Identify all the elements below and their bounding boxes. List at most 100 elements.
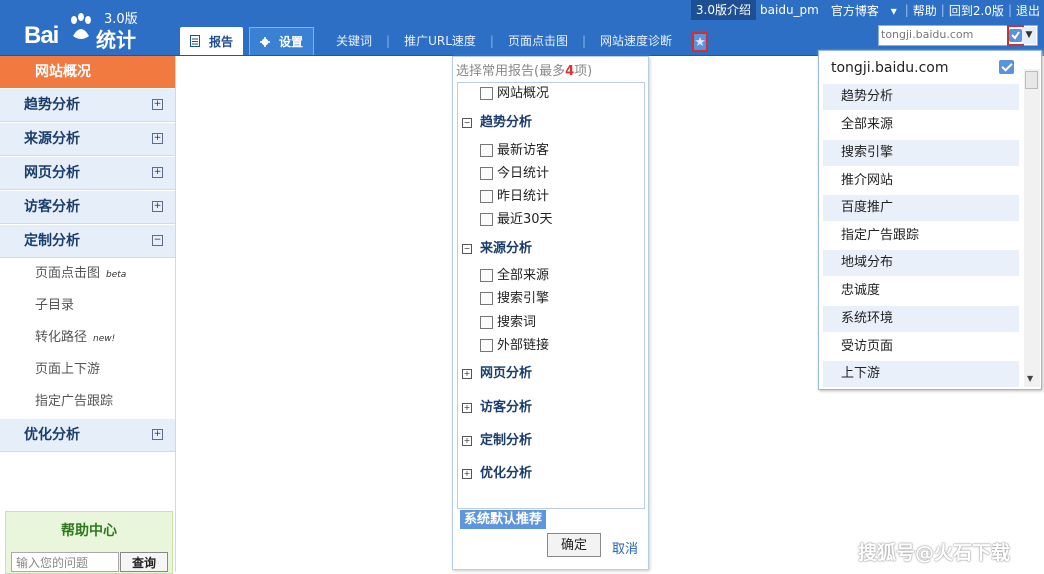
- dropdown-item[interactable]: 地域分布: [823, 250, 1019, 276]
- star-icon: ★: [694, 34, 706, 50]
- checkbox[interactable]: [480, 292, 493, 305]
- report-group[interactable]: + 优化分析: [462, 465, 532, 483]
- checkbox[interactable]: [480, 167, 493, 180]
- report-option[interactable]: 搜索引擎: [480, 290, 549, 308]
- sidebar-subitem-ad-tracking[interactable]: 指定广告跟踪: [0, 386, 175, 418]
- ok-button[interactable]: 确定: [547, 533, 601, 557]
- sidebar-item-pages[interactable]: 网页分析 +: [0, 156, 175, 190]
- tab-site-speed[interactable]: 网站速度诊断: [586, 27, 686, 55]
- sidebar-subitem-label: 转化路径: [35, 330, 88, 345]
- username: baidu_pm: [760, 3, 819, 17]
- report-option-label: 网站概况: [497, 86, 550, 101]
- report-group-label: 网页分析: [480, 366, 533, 381]
- help-link[interactable]: 帮助: [909, 2, 941, 19]
- report-option-label: 全部来源: [497, 268, 550, 283]
- checkbox[interactable]: [480, 87, 493, 100]
- sidebar-item-label: 来源分析: [24, 131, 80, 147]
- tab-page-click-map[interactable]: 页面点击图: [494, 27, 582, 55]
- logout-link[interactable]: 退出: [1012, 2, 1044, 19]
- check-icon[interactable]: [999, 60, 1014, 74]
- expand-icon[interactable]: +: [462, 402, 472, 413]
- tab-report[interactable]: 报告: [180, 27, 244, 55]
- dropdown-item[interactable]: 百度推广: [823, 195, 1019, 221]
- gear-icon: [260, 36, 271, 47]
- sidebar-subitem-conversion-path[interactable]: 转化路径 new!: [0, 322, 175, 354]
- expand-icon[interactable]: +: [152, 201, 163, 212]
- back-to-v2-link[interactable]: 回到2.0版: [945, 2, 1008, 19]
- collapse-icon[interactable]: −: [152, 235, 163, 246]
- report-option[interactable]: 今日统计: [480, 165, 549, 183]
- checkbox[interactable]: [480, 190, 493, 203]
- expand-icon[interactable]: +: [152, 167, 163, 178]
- cancel-button[interactable]: 取消: [612, 538, 638, 557]
- checkbox[interactable]: [480, 316, 493, 329]
- sidebar-subitem-label: 页面点击图: [35, 266, 101, 281]
- dropdown-site-name[interactable]: tongji.baidu.com: [831, 60, 949, 76]
- site-selector[interactable]: tongji.baidu.com ▼: [878, 25, 1038, 46]
- tab-settings[interactable]: 设置: [249, 27, 315, 55]
- report-option[interactable]: 网站概况: [480, 85, 549, 103]
- sidebar-item-custom[interactable]: 定制分析 −: [0, 224, 175, 258]
- report-option[interactable]: 昨日统计: [480, 188, 549, 206]
- sidebar-item-trend[interactable]: 趋势分析 +: [0, 88, 175, 122]
- report-group[interactable]: + 网页分析: [462, 365, 532, 383]
- report-group-label: 访客分析: [480, 400, 533, 415]
- sidebar-item-overview[interactable]: 网站概况: [0, 56, 175, 88]
- dropdown-scrollbar[interactable]: ▼: [1024, 69, 1040, 387]
- report-group[interactable]: − 来源分析: [462, 240, 532, 258]
- checkbox[interactable]: [480, 144, 493, 157]
- checkbox[interactable]: [480, 339, 493, 352]
- tab-promo-url-speed[interactable]: 推广URL速度: [390, 27, 490, 55]
- dropdown-item[interactable]: 趋势分析: [823, 84, 1019, 110]
- expand-icon[interactable]: +: [152, 99, 163, 110]
- dropdown-item[interactable]: 上下游: [823, 361, 1019, 387]
- official-blog-link[interactable]: 官方博客 ▾: [823, 2, 905, 19]
- report-option-label: 昨日统计: [497, 189, 550, 204]
- report-option[interactable]: 全部来源: [480, 267, 549, 285]
- dropdown-item[interactable]: 全部来源: [823, 112, 1019, 138]
- sidebar-item-visitors[interactable]: 访客分析 +: [0, 190, 175, 224]
- scrollbar-thumb[interactable]: [1025, 71, 1038, 89]
- favorite-reports-button[interactable]: ★: [692, 32, 709, 52]
- help-search-button[interactable]: 查询: [120, 552, 168, 572]
- expand-icon[interactable]: +: [462, 468, 472, 479]
- sidebar-item-source[interactable]: 来源分析 +: [0, 122, 175, 156]
- baidu-tongji-logo[interactable]: Bai 统计 3.0版: [24, 8, 174, 52]
- tab-keywords[interactable]: 关键词: [322, 27, 386, 55]
- sidebar-item-optimize[interactable]: 优化分析 +: [0, 418, 175, 452]
- dropdown-item[interactable]: 受访页面: [823, 334, 1019, 360]
- scroll-down-icon[interactable]: ▼: [1027, 374, 1033, 383]
- dropdown-item[interactable]: 推介网站: [823, 168, 1019, 194]
- report-option-label: 搜索引擎: [497, 291, 550, 306]
- expand-icon[interactable]: +: [462, 435, 472, 446]
- report-option[interactable]: 最近30天: [480, 211, 553, 229]
- help-search-input[interactable]: 输入您的问题: [11, 552, 119, 572]
- report-group[interactable]: − 趋势分析: [462, 114, 532, 132]
- checkbox[interactable]: [480, 269, 493, 282]
- report-option[interactable]: 搜索词: [480, 314, 536, 332]
- expand-icon[interactable]: +: [152, 133, 163, 144]
- dropdown-item[interactable]: 忠诚度: [823, 278, 1019, 304]
- favorite-reports-popup: 选择常用报告(最多4项) 网站概况 − 趋势分析 最新访客 今日统计 昨日统计 最…: [452, 56, 649, 570]
- report-option[interactable]: 外部链接: [480, 337, 549, 355]
- sidebar-item-label: 趋势分析: [24, 97, 80, 113]
- report-option-label: 外部链接: [497, 338, 550, 353]
- report-option[interactable]: 最新访客: [480, 142, 549, 160]
- expand-icon[interactable]: +: [152, 429, 163, 440]
- chevron-down-icon[interactable]: ▼: [1022, 27, 1036, 44]
- expand-icon[interactable]: +: [462, 368, 472, 379]
- report-group[interactable]: + 定制分析: [462, 432, 532, 450]
- collapse-icon[interactable]: −: [462, 117, 472, 128]
- sidebar-subitem-page-flow[interactable]: 页面上下游: [0, 354, 175, 386]
- report-group[interactable]: + 访客分析: [462, 399, 532, 417]
- dropdown-item[interactable]: 系统环境: [823, 306, 1019, 332]
- version-intro-link[interactable]: 3.0版介绍: [690, 0, 757, 20]
- dropdown-item[interactable]: 搜索引擎: [823, 140, 1019, 166]
- sidebar-subitem-click-map[interactable]: 页面点击图 beta: [0, 258, 175, 290]
- collapse-icon[interactable]: −: [462, 243, 472, 254]
- checkbox[interactable]: [480, 213, 493, 226]
- sidebar-subitem-subdirectory[interactable]: 子目录: [0, 290, 175, 322]
- check-icon: [1009, 29, 1022, 42]
- default-recommend-button[interactable]: 系统默认推荐: [460, 510, 547, 529]
- dropdown-item[interactable]: 指定广告跟踪: [823, 223, 1019, 249]
